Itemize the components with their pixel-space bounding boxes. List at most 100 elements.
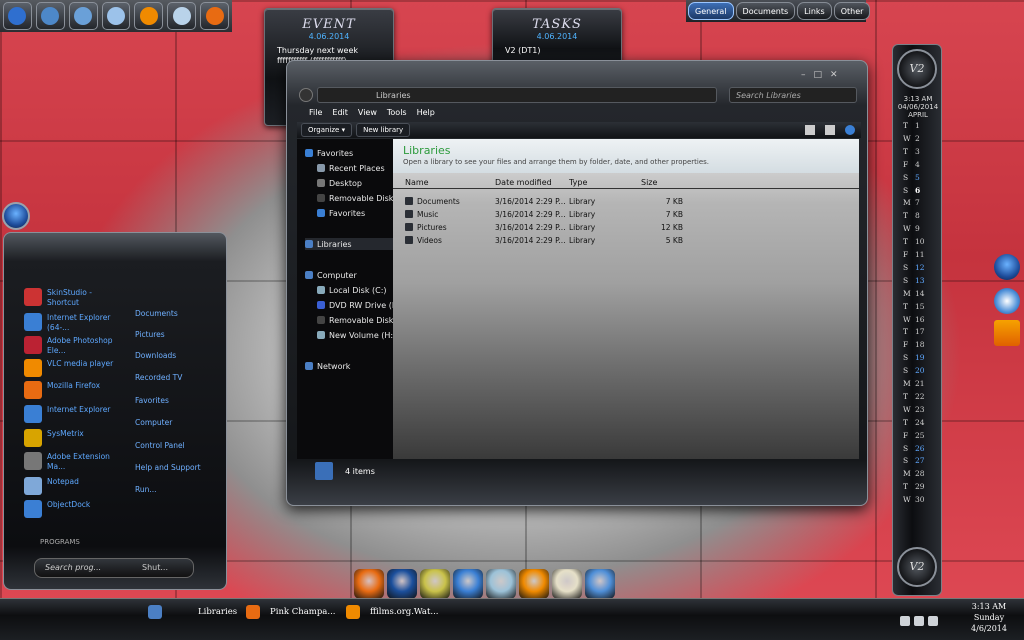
calendar-day[interactable]: T 24 xyxy=(903,418,935,428)
paint-icon[interactable] xyxy=(420,569,450,599)
quick-launch-button[interactable] xyxy=(3,2,32,30)
back-icon[interactable] xyxy=(299,88,313,102)
calendar-day[interactable]: W 30 xyxy=(903,495,935,505)
quick-launch-button[interactable] xyxy=(200,2,230,30)
calendar-day[interactable]: T 15 xyxy=(903,302,935,312)
nav-removable-disk[interactable]: Removable Disk (G:) xyxy=(317,192,393,204)
file-row[interactable]: Music 3/16/2014 2:29 P... Library 7 KB xyxy=(393,208,859,220)
start-link-help-and-support[interactable]: Help and Support xyxy=(135,463,201,472)
calendar-day[interactable]: M 28 xyxy=(903,469,935,479)
nav-recent-places[interactable]: Recent Places xyxy=(317,162,393,174)
calendar-day[interactable]: S 19 xyxy=(903,353,935,363)
minimize-icon[interactable]: – xyxy=(801,70,806,80)
start-link-control-panel[interactable]: Control Panel xyxy=(135,441,185,450)
start-link-downloads[interactable]: Downloads xyxy=(135,351,176,360)
file-row[interactable]: Pictures 3/16/2014 2:29 P... Library 12 KB xyxy=(393,221,859,233)
calendar-day[interactable]: F 11 xyxy=(903,250,935,260)
settings-icon[interactable] xyxy=(585,569,615,599)
column-date-modified[interactable]: Date modified xyxy=(495,178,552,187)
calendar-day[interactable]: T8 xyxy=(903,211,935,221)
vlc-icon[interactable] xyxy=(994,320,1020,346)
calendar-day[interactable]: T3 xyxy=(903,147,935,157)
network-icon[interactable] xyxy=(914,616,924,626)
vlc-icon[interactable] xyxy=(519,569,549,599)
nav-local-disk[interactable]: Local Disk (C:) xyxy=(317,284,393,296)
calendar-day[interactable]: F 25 xyxy=(903,431,935,441)
organize-button[interactable]: Organize ▾ xyxy=(301,123,353,137)
program-item[interactable]: Adobe Extension Ma... xyxy=(24,452,124,472)
windows-orb-icon[interactable] xyxy=(994,254,1020,280)
start-link-favorites[interactable]: Favorites xyxy=(135,396,169,405)
nav-computer[interactable]: Computer xyxy=(305,269,393,281)
nav-new-volume[interactable]: New Volume (H:) xyxy=(317,329,393,341)
volume-icon[interactable] xyxy=(900,616,910,626)
file-row[interactable]: Videos 3/16/2014 2:29 P... Library 5 KB xyxy=(393,234,859,246)
nav-removable-disk[interactable]: Removable Disk (G:) xyxy=(317,314,393,326)
start-link-run[interactable]: Run... xyxy=(135,485,157,494)
calendar-day[interactable]: M 14 xyxy=(903,289,935,299)
calendar-day[interactable]: F 18 xyxy=(903,340,935,350)
calendar-day[interactable]: T 10 xyxy=(903,237,935,247)
calendar-day[interactable]: S 12 xyxy=(903,263,935,273)
firefox-icon[interactable] xyxy=(354,569,384,599)
calendar-day[interactable]: S 26 xyxy=(903,444,935,454)
quick-launch-button[interactable] xyxy=(68,2,98,30)
start-link-recorded-tv[interactable]: Recorded TV xyxy=(135,373,182,382)
tab-general[interactable]: General xyxy=(688,2,734,20)
calendar-day[interactable]: M7 xyxy=(903,198,935,208)
taskbar-item[interactable]: Pink Champa... xyxy=(246,603,336,621)
program-item[interactable]: ObjectDock xyxy=(24,500,124,518)
calendar-day[interactable]: S 13 xyxy=(903,276,935,286)
calendar-day[interactable]: T 17 xyxy=(903,327,935,337)
flag-icon[interactable] xyxy=(928,616,938,626)
calendar-day[interactable]: S6 xyxy=(903,186,935,196)
file-row[interactable]: Documents 3/16/2014 2:29 P... Library 7 KB xyxy=(393,195,859,207)
quick-launch-button[interactable] xyxy=(101,2,131,30)
calendar-day[interactable]: W2 xyxy=(903,134,935,144)
tab-links[interactable]: Links xyxy=(797,2,832,20)
program-item[interactable]: Notepad xyxy=(24,477,124,495)
calendar-day[interactable]: T 22 xyxy=(903,392,935,402)
calendar-day[interactable]: T1 xyxy=(903,121,935,131)
program-item[interactable]: Mozilla Firefox xyxy=(24,381,124,399)
nav-favorites-folder[interactable]: Favorites xyxy=(317,207,393,219)
calendar-day[interactable]: S 20 xyxy=(903,366,935,376)
column-type[interactable]: Type xyxy=(569,178,587,187)
quick-launch-button[interactable] xyxy=(35,2,65,30)
menu-file[interactable]: File xyxy=(309,108,322,120)
start-link-documents[interactable]: Documents xyxy=(135,309,178,318)
start-search-input[interactable]: Search prog... xyxy=(34,558,194,578)
ie-icon[interactable] xyxy=(453,569,483,599)
column-size[interactable]: Size xyxy=(641,178,657,187)
program-item[interactable]: VLC media player xyxy=(24,359,124,377)
column-name[interactable]: Name xyxy=(405,178,429,187)
calendar-day[interactable]: T 29 xyxy=(903,482,935,492)
shutdown-button[interactable]: Shut... xyxy=(142,563,168,572)
menu-tools[interactable]: Tools xyxy=(387,108,407,120)
calendar-day[interactable]: W9 xyxy=(903,224,935,234)
nav-desktop[interactable]: Desktop xyxy=(317,177,393,189)
taskbar-item[interactable]: ffilms.org.Wat... xyxy=(346,603,439,621)
taskbar-item[interactable]: Libraries xyxy=(148,603,237,621)
address-bar[interactable]: Libraries xyxy=(317,87,717,103)
programs-label[interactable]: PROGRAMS xyxy=(40,538,80,546)
preview-pane-icon[interactable] xyxy=(825,125,835,135)
start-link-pictures[interactable]: Pictures xyxy=(135,330,165,339)
clock-icon[interactable] xyxy=(552,569,582,599)
calendar-day[interactable]: W 23 xyxy=(903,405,935,415)
nav-network[interactable]: Network xyxy=(305,360,393,372)
start-link-computer[interactable]: Computer xyxy=(135,418,172,427)
nav-favorites[interactable]: Favorites xyxy=(305,147,393,159)
menu-edit[interactable]: Edit xyxy=(332,108,348,120)
program-item[interactable]: Adobe Photoshop Ele... xyxy=(24,336,124,356)
calendar-day[interactable]: F4 xyxy=(903,160,935,170)
program-item[interactable]: Internet Explorer (64-... xyxy=(24,313,124,333)
program-item[interactable]: SysMetrix xyxy=(24,429,124,447)
tab-other[interactable]: Other xyxy=(833,2,871,20)
calendar-day[interactable]: S5 xyxy=(903,173,935,183)
view-options-icon[interactable] xyxy=(805,125,815,135)
cloud-icon[interactable] xyxy=(994,288,1020,314)
calendar-day[interactable]: W 16 xyxy=(903,315,935,325)
start-button[interactable] xyxy=(2,202,30,230)
menu-help[interactable]: Help xyxy=(417,108,435,120)
